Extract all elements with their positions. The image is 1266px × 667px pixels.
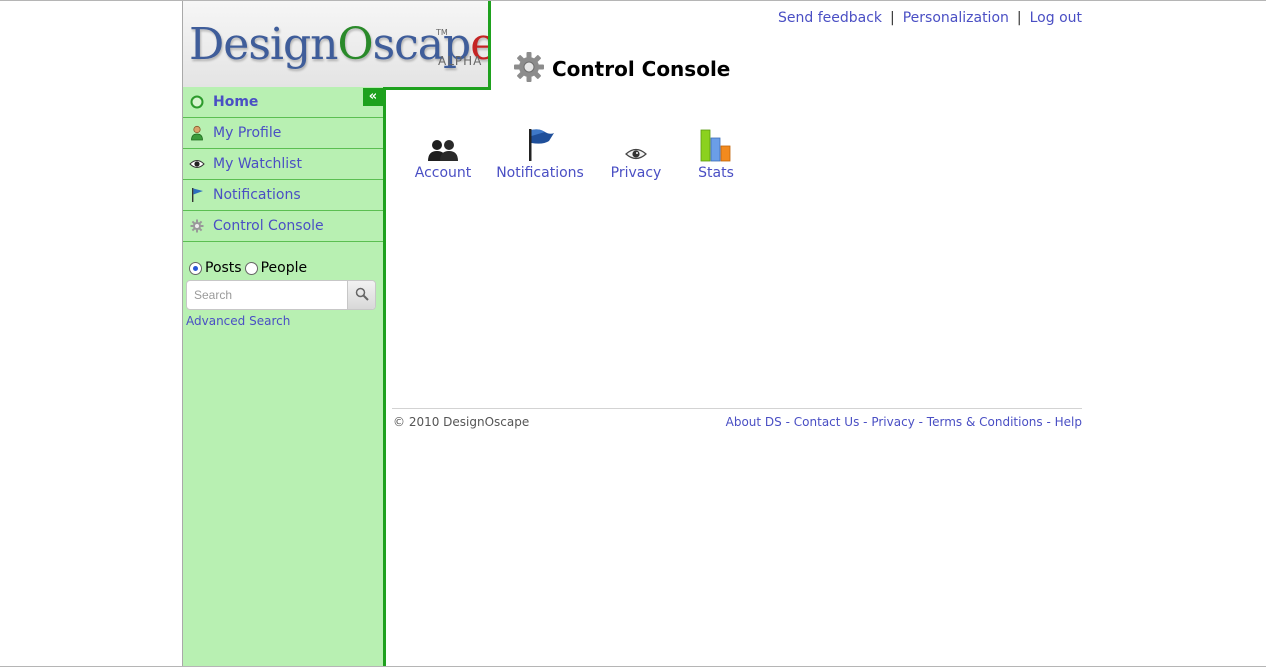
logo-trademark: TM — [436, 28, 448, 37]
separator: - — [863, 415, 868, 429]
sidebar-item-notifications[interactable]: Notifications — [183, 180, 383, 211]
posts-radio-label[interactable]: Posts — [205, 260, 242, 276]
posts-radio[interactable] — [189, 261, 202, 275]
sidebar-item-label: My Profile — [213, 125, 282, 141]
flag-icon — [525, 126, 555, 162]
console-item-label: Notifications — [496, 165, 584, 181]
collapse-sidebar-button[interactable]: « — [363, 88, 383, 106]
home-ring-icon — [189, 94, 205, 110]
eye-icon — [625, 126, 647, 162]
logo-alpha-tag: ALPHA — [438, 54, 483, 68]
footer-links: About DS - Contact Us - Privacy - Terms … — [726, 415, 1082, 429]
console-item-notifications[interactable]: Notifications — [496, 126, 584, 181]
privacy-link[interactable]: Privacy — [871, 415, 914, 429]
help-link[interactable]: Help — [1055, 415, 1082, 429]
search-scope-radios: Posts People — [186, 259, 381, 277]
separator: | — [890, 10, 895, 26]
console-item-account[interactable]: Account — [414, 126, 472, 181]
advanced-search-link[interactable]: Advanced Search — [186, 314, 381, 328]
console-item-label: Privacy — [610, 165, 662, 181]
page-title: Control Console — [512, 50, 730, 88]
sidebar-item-my-profile[interactable]: My Profile — [183, 118, 383, 149]
console-item-label: Account — [414, 165, 472, 181]
personalization-link[interactable]: Personalization — [903, 10, 1009, 26]
sidebar-item-home[interactable]: Home — [183, 87, 383, 118]
search-button[interactable] — [347, 281, 375, 309]
gear-icon — [189, 218, 205, 234]
sidebar-item-label: Home — [213, 94, 259, 110]
console-item-stats[interactable]: Stats — [697, 126, 735, 181]
gear-icon — [512, 50, 546, 88]
flag-icon — [189, 187, 205, 203]
sidebar-item-my-watchlist[interactable]: My Watchlist — [183, 149, 383, 180]
console-item-label: Stats — [698, 165, 734, 181]
contact-us-link[interactable]: Contact Us — [794, 415, 860, 429]
top-links: Send feedback | Personalization | Log out — [778, 10, 1082, 26]
page-title-text: Control Console — [552, 57, 731, 81]
separator: - — [1046, 415, 1051, 429]
sidebar-item-label: My Watchlist — [213, 156, 302, 172]
eye-icon — [189, 156, 205, 172]
search-field — [186, 280, 376, 310]
separator: | — [1016, 10, 1022, 26]
logo[interactable]: DesignOscape TM ALPHA — [183, 1, 491, 90]
sidebar-item-label: Notifications — [213, 187, 301, 203]
sidebar-search: Posts People Advanced Search — [186, 259, 381, 328]
separator: - — [785, 415, 790, 429]
copyright: © 2010 DesignOscape — [393, 415, 530, 429]
bar-chart-icon — [700, 126, 732, 162]
people-radio[interactable] — [244, 261, 258, 275]
send-feedback-link[interactable]: Send feedback — [778, 10, 882, 26]
console-item-privacy[interactable]: Privacy — [610, 126, 662, 181]
terms-link[interactable]: Terms & Conditions — [927, 415, 1043, 429]
log-out-link[interactable]: Log out — [1030, 10, 1082, 26]
people-radio-label[interactable]: People — [261, 260, 308, 276]
search-input[interactable] — [187, 282, 346, 308]
footer-divider — [392, 408, 1082, 409]
sidebar-item-control-console[interactable]: Control Console — [183, 211, 383, 242]
person-icon — [189, 125, 205, 141]
about-ds-link[interactable]: About DS — [726, 415, 782, 429]
sidebar-item-label: Control Console — [213, 218, 324, 234]
sidebar: « Home My Profile My Watchlist Notificat… — [183, 87, 386, 667]
separator: - — [918, 415, 923, 429]
search-icon — [355, 286, 369, 305]
users-icon — [426, 126, 460, 162]
